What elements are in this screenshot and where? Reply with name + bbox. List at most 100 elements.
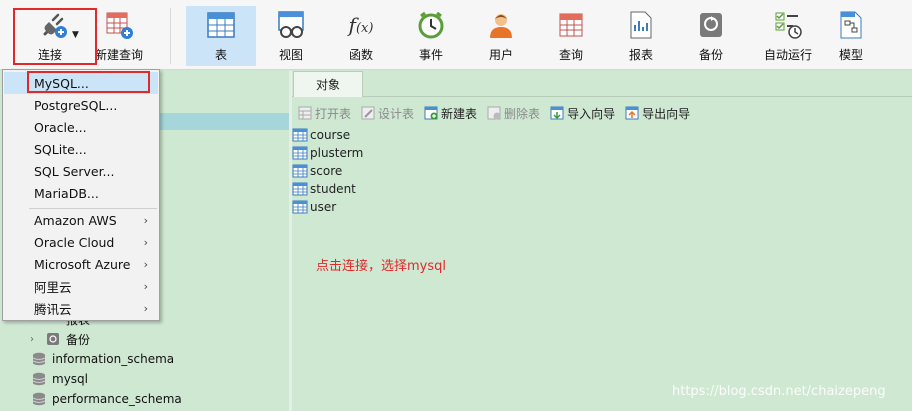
database-icon <box>32 392 46 406</box>
menu-item-mariadb[interactable]: MariaDB... <box>4 182 158 204</box>
watermark-text: https://blog.csdn.net/chaizepeng <box>672 384 886 399</box>
menu-item-aliyun[interactable]: 阿里云 › <box>4 275 158 297</box>
import-wizard-label: 导入向导 <box>567 106 616 121</box>
menu-item-microsoft-azure[interactable]: Microsoft Azure › <box>4 253 158 275</box>
menu-item-label: Amazon AWS <box>34 212 117 228</box>
views-button[interactable]: 视图 <box>256 6 326 66</box>
tree-item-label: information_schema <box>52 352 175 366</box>
menu-item-label: PostgreSQL... <box>34 97 118 113</box>
reports-button[interactable]: 报表 <box>606 6 676 66</box>
menu-item-label: Oracle Cloud <box>34 234 115 250</box>
functions-label: 函数 <box>348 48 373 62</box>
toolbar-separator <box>170 8 171 64</box>
users-label: 用户 <box>488 48 513 62</box>
table-icon <box>292 200 308 214</box>
view-icon <box>276 10 306 40</box>
delete-table-button[interactable]: 删除表 <box>487 105 540 122</box>
export-wizard-button[interactable]: 导出向导 <box>625 105 690 122</box>
menu-item-label: 腾讯云 <box>34 301 72 317</box>
tree-item-backup[interactable]: › 备份 <box>30 329 90 349</box>
menu-item-label: MariaDB... <box>34 185 99 201</box>
connect-highlight-box <box>13 8 97 65</box>
menu-item-oracle[interactable]: Oracle... <box>4 116 158 138</box>
model-label: 模型 <box>838 48 863 62</box>
table-name: user <box>310 200 337 214</box>
open-table-label: 打开表 <box>315 106 352 121</box>
new-query-icon <box>104 10 134 40</box>
table-icon <box>292 182 308 196</box>
users-button[interactable]: 用户 <box>466 6 536 66</box>
menu-item-postgresql[interactable]: PostgreSQL... <box>4 94 158 116</box>
model-icon <box>836 10 866 40</box>
mysql-highlight-box <box>27 71 150 93</box>
tree-item-database[interactable]: mysql <box>32 369 88 389</box>
open-table-icon <box>298 106 312 120</box>
connect-dropdown-menu: MySQL... PostgreSQL... Oracle... SQLite.… <box>2 69 160 321</box>
submenu-arrow-icon: › <box>143 213 148 227</box>
model-button[interactable]: 模型 <box>816 6 886 66</box>
query-button[interactable]: 查询 <box>536 6 606 66</box>
table-item-score[interactable]: score <box>292 162 363 180</box>
table-icon <box>292 128 308 142</box>
new-query-button[interactable]: 新建查询 <box>90 6 148 66</box>
menu-item-oracle-cloud[interactable]: Oracle Cloud › <box>4 231 158 253</box>
menu-item-label: 阿里云 <box>34 279 72 295</box>
table-item-plusterm[interactable]: plusterm <box>292 144 363 162</box>
backup-icon <box>696 10 726 40</box>
table-icon <box>206 10 236 40</box>
table-list: course plusterm score student user <box>292 126 363 216</box>
tree-item-database[interactable]: information_schema <box>32 349 174 369</box>
design-table-label: 设计表 <box>378 106 415 121</box>
clock-icon <box>416 10 446 40</box>
menu-item-label: Oracle... <box>34 119 87 135</box>
export-wizard-label: 导出向导 <box>642 106 691 121</box>
database-icon <box>32 352 46 366</box>
new-table-icon <box>424 106 438 120</box>
menu-item-label: SQLite... <box>34 141 87 157</box>
table-icon <box>292 164 308 178</box>
submenu-arrow-icon: › <box>143 301 148 315</box>
delete-table-label: 删除表 <box>504 106 541 121</box>
table-item-course[interactable]: course <box>292 126 363 144</box>
design-table-button[interactable]: 设计表 <box>361 105 414 122</box>
submenu-arrow-icon: › <box>143 257 148 271</box>
views-label: 视图 <box>278 48 303 62</box>
automation-label: 自动运行 <box>763 48 812 62</box>
import-wizard-button[interactable]: 导入向导 <box>550 105 615 122</box>
table-item-user[interactable]: user <box>292 198 363 216</box>
tab-bar <box>292 71 912 97</box>
backup-icon <box>47 333 59 345</box>
import-icon <box>550 106 564 120</box>
tab-objects[interactable]: 对象 <box>293 71 363 97</box>
chevron-right-icon[interactable]: › <box>30 334 40 345</box>
tables-button[interactable]: 表 <box>186 6 256 66</box>
design-table-icon <box>361 106 375 120</box>
new-query-label: 新建查询 <box>94 48 143 62</box>
new-table-button[interactable]: 新建表 <box>424 105 477 122</box>
events-label: 事件 <box>418 48 443 62</box>
database-icon <box>32 372 46 386</box>
menu-item-sqlite[interactable]: SQLite... <box>4 138 158 160</box>
table-name: course <box>310 128 351 142</box>
menu-item-tencent-cloud[interactable]: 腾讯云 › <box>4 297 158 319</box>
table-name: student <box>310 182 356 196</box>
function-icon: f(x) <box>348 13 374 37</box>
menu-item-amazon-aws[interactable]: Amazon AWS › <box>4 209 158 231</box>
selected-nav-row[interactable] <box>158 113 289 130</box>
tree-item-label: 备份 <box>66 332 91 347</box>
table-item-student[interactable]: student <box>292 180 363 198</box>
user-icon <box>486 10 516 40</box>
reports-label: 报表 <box>628 48 653 62</box>
menu-item-label: SQL Server... <box>34 163 115 179</box>
functions-button[interactable]: f(x) 函数 <box>326 6 396 66</box>
events-button[interactable]: 事件 <box>396 6 466 66</box>
table-name: plusterm <box>310 146 364 160</box>
backup-button[interactable]: 备份 <box>676 6 746 66</box>
menu-item-sql-server[interactable]: SQL Server... <box>4 160 158 182</box>
query-label: 查询 <box>558 48 583 62</box>
tree-item-database[interactable]: performance_schema <box>32 389 182 409</box>
table-icon <box>292 146 308 160</box>
object-toolbar: 打开表 设计表 新建表 删除表 导入向导 导出向导 <box>292 100 912 126</box>
open-table-button[interactable]: 打开表 <box>298 105 351 122</box>
report-icon <box>626 10 656 40</box>
